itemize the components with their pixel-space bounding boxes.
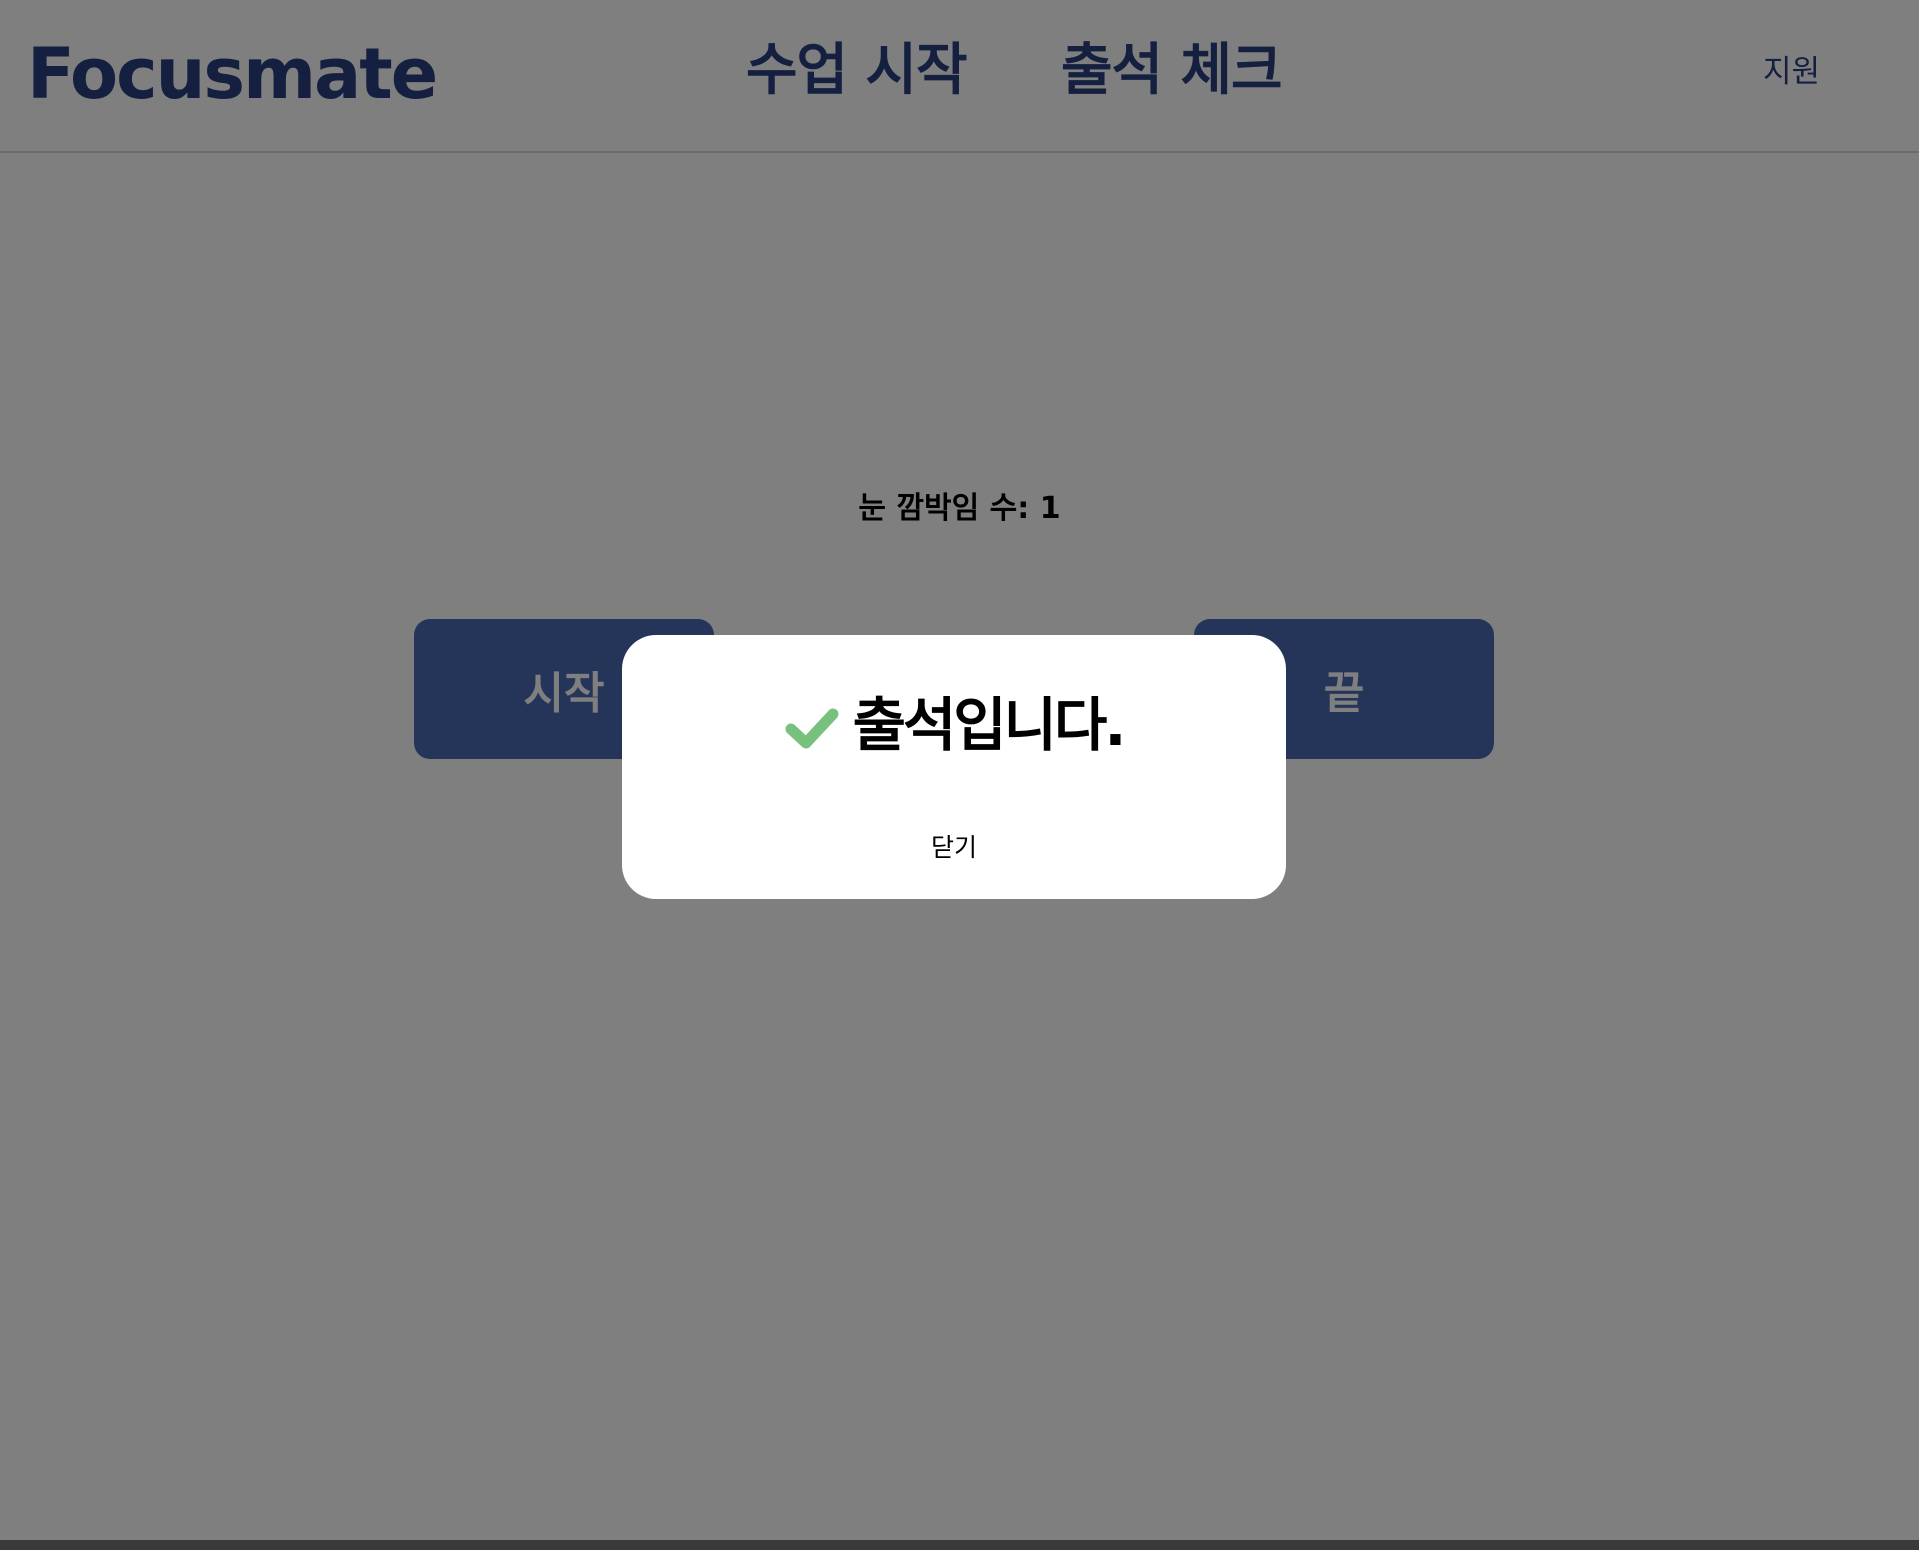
modal-message: 출석입니다. bbox=[852, 691, 1127, 759]
page: Focusmate 수업 시작 출석 체크 지원 눈 깜박임 수: 1 시작 끝… bbox=[0, 0, 1919, 1550]
check-icon bbox=[785, 708, 839, 749]
bottom-bar bbox=[0, 1540, 1919, 1550]
close-button[interactable]: 닫기 bbox=[622, 831, 1286, 865]
attendance-modal: 출석입니다. 닫기 bbox=[622, 635, 1286, 899]
modal-title: 출석입니다. bbox=[622, 685, 1286, 765]
